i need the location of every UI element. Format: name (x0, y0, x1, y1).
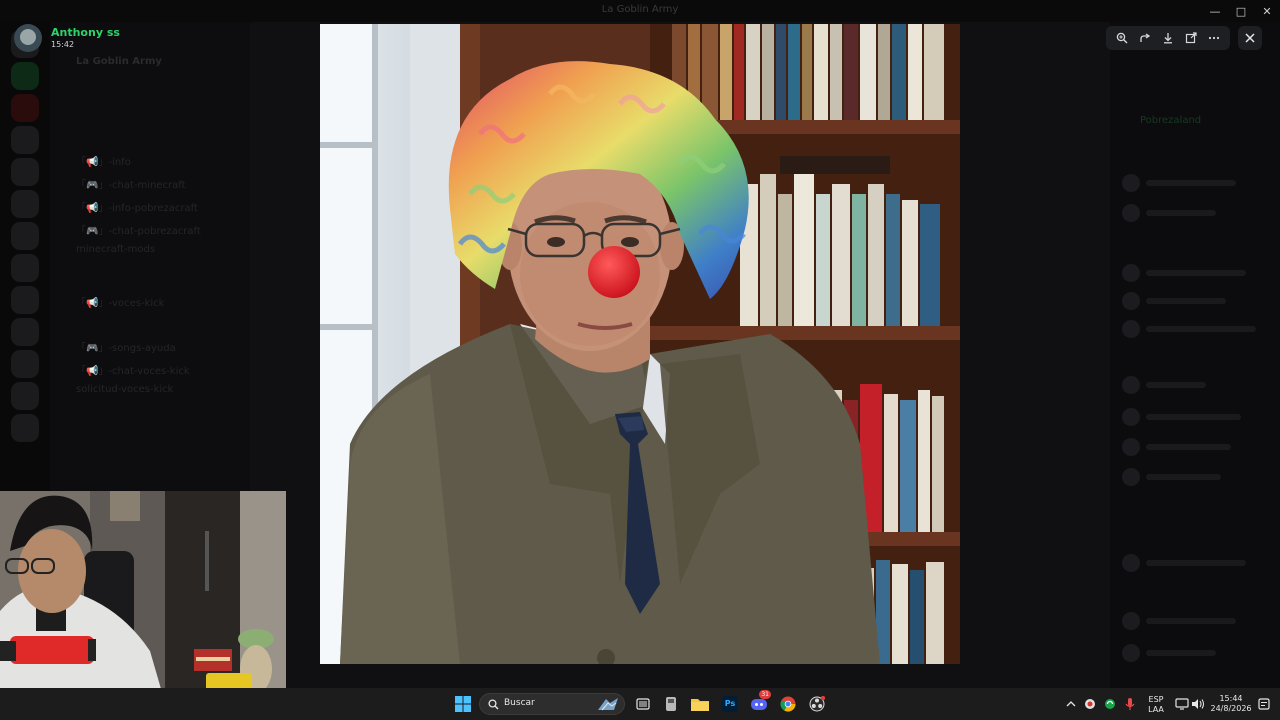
server-icon[interactable] (11, 126, 39, 154)
open-external-icon[interactable] (1182, 29, 1200, 47)
search-highlight-icon (598, 698, 618, 711)
notifications-icon[interactable] (1252, 692, 1276, 716)
keyboard-layout: LAA (1148, 705, 1164, 714)
member-row[interactable] (1116, 552, 1276, 574)
member-row[interactable] (1116, 406, 1276, 428)
task-view-icon[interactable] (631, 692, 655, 716)
member-group-heading: Pobrezaland (1140, 115, 1202, 126)
author-name[interactable]: Anthony ss (51, 26, 120, 39)
server-icon[interactable] (11, 254, 39, 282)
channel-item[interactable]: 「📢」-info (76, 153, 131, 168)
zoom-icon[interactable] (1113, 29, 1131, 47)
server-icon[interactable] (11, 382, 39, 410)
windows-start-icon[interactable] (451, 692, 475, 716)
channel-item[interactable]: 「📢」-info-pobrezacraft (76, 199, 198, 214)
member-row[interactable] (1116, 466, 1276, 488)
taskbar-search[interactable]: Buscar (479, 693, 625, 715)
server-icon[interactable] (11, 414, 39, 442)
webcam-overlay (0, 491, 286, 720)
portrait-photo (320, 24, 960, 664)
microphone-icon[interactable] (1118, 692, 1142, 716)
server-icon[interactable] (11, 62, 39, 90)
member-row[interactable] (1116, 202, 1276, 224)
photoshop-label: Ps (722, 696, 738, 712)
minimize-button[interactable]: — (1202, 0, 1228, 22)
language-code: ESP (1148, 695, 1164, 704)
window-title: La Goblin Army (601, 4, 679, 15)
input-language[interactable]: ESP LAA (1145, 695, 1167, 715)
channel-item[interactable]: solicitud-voces-kick (76, 384, 173, 395)
server-icon[interactable] (11, 286, 39, 314)
channel-item[interactable]: 「🎮」-chat-pobrezacraft (76, 222, 201, 237)
volume-icon[interactable] (1186, 692, 1210, 716)
channel-item[interactable]: 「🎮」-songs-ayuda (76, 339, 176, 354)
member-row[interactable] (1116, 318, 1276, 340)
webcam-feed (0, 491, 286, 720)
server-icon[interactable] (11, 190, 39, 218)
window-close-button[interactable]: ✕ (1254, 0, 1280, 22)
close-viewer-button[interactable] (1238, 26, 1262, 50)
search-placeholder: Buscar (504, 698, 535, 708)
download-icon[interactable] (1159, 29, 1177, 47)
forward-icon[interactable] (1136, 29, 1154, 47)
clock[interactable]: 15:44 24/8/2026 (1208, 694, 1254, 714)
chrome-icon[interactable] (776, 692, 800, 716)
discord-icon[interactable]: 31 (747, 690, 771, 716)
obs-icon[interactable] (805, 692, 829, 716)
server-icon[interactable] (11, 350, 39, 378)
search-icon (488, 699, 499, 710)
member-row[interactable] (1116, 610, 1276, 632)
member-row[interactable] (1116, 262, 1276, 284)
channel-item[interactable]: 「🎮」-chat-minecraft (76, 176, 186, 191)
message-timestamp: 15:42 (51, 40, 75, 49)
channel-item[interactable]: 「📢」-voces-kick (76, 294, 164, 309)
clock-time: 15:44 (1219, 694, 1243, 703)
discord-badge: 31 (759, 690, 771, 699)
maximize-button[interactable]: □ (1228, 0, 1254, 22)
member-row[interactable] (1116, 290, 1276, 312)
member-row[interactable] (1116, 374, 1276, 396)
photoshop-icon[interactable]: Ps (718, 692, 742, 716)
clock-date: 24/8/2026 (1210, 704, 1252, 713)
server-icon[interactable] (11, 318, 39, 346)
close-icon (1245, 33, 1255, 43)
screen: La Goblin Army — □ ✕ La Goblin Army 「📢」-… (0, 0, 1280, 720)
file-explorer-icon[interactable] (688, 692, 712, 716)
member-row[interactable] (1116, 436, 1276, 458)
discord-titlebar: La Goblin Army (0, 0, 1280, 22)
taskbar: Buscar Ps 31 ESP LAA 15:44 24/8/2026 (0, 688, 1280, 720)
viewer-toolbar (1106, 26, 1230, 50)
member-row[interactable] (1116, 642, 1276, 664)
channel-item[interactable]: 「📢」-chat-voces-kick (76, 362, 190, 377)
viewed-image[interactable] (320, 24, 960, 664)
member-list: Pobrezaland (1110, 22, 1280, 692)
server-icon[interactable] (11, 94, 39, 122)
avatar[interactable] (14, 24, 42, 52)
window-controls: — □ ✕ (1202, 0, 1280, 22)
server-icon[interactable] (11, 158, 39, 186)
file-manager-icon[interactable] (659, 692, 683, 716)
channel-item[interactable]: minecraft-mods (76, 244, 155, 255)
server-icon[interactable] (11, 222, 39, 250)
member-row[interactable] (1116, 172, 1276, 194)
server-name[interactable]: La Goblin Army (76, 56, 162, 67)
more-icon[interactable] (1205, 29, 1223, 47)
